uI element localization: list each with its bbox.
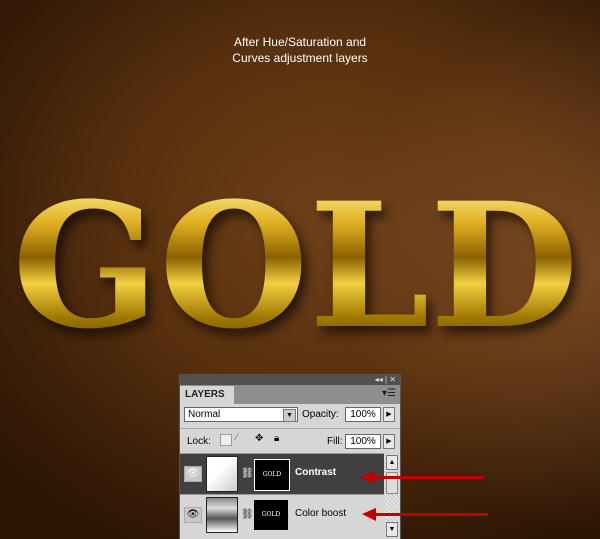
annotation-arrow-color-boost xyxy=(362,508,488,521)
layer-row-contrast[interactable]: 👁︎ ⛓︎ GOLD Contrast xyxy=(180,453,384,494)
visibility-eye-icon[interactable]: 👁︎ xyxy=(184,466,202,482)
tab-layers[interactable]: LAYERS xyxy=(180,386,234,404)
panel-titlebar[interactable]: ◂◂ | ✕ xyxy=(180,375,400,385)
layer-name[interactable]: Contrast xyxy=(295,467,336,478)
panel-menu-icon[interactable]: ▾☰ xyxy=(382,388,396,399)
caption-line-1: After Hue/Saturation and xyxy=(233,35,367,49)
annotation-arrow-contrast xyxy=(360,471,484,484)
layer-name[interactable]: Color boost xyxy=(295,508,346,519)
lock-brush-icon[interactable]: ⁄ xyxy=(236,432,238,443)
caption-line-2: Curves adjustment layers xyxy=(232,51,368,65)
layer-mask-thumbnail: GOLD xyxy=(254,459,290,491)
opacity-input[interactable]: 100% xyxy=(345,407,381,422)
scroll-down-button[interactable]: ▼ xyxy=(386,522,398,537)
link-icon[interactable]: ⛓︎ xyxy=(241,509,254,520)
scroll-up-button[interactable]: ▲ xyxy=(386,455,398,470)
fill-input[interactable]: 100% xyxy=(345,434,381,449)
fill-label: Fill: xyxy=(327,436,343,447)
layer-mask-thumbnail: GOLD xyxy=(254,500,288,530)
hue-saturation-adjustment-icon xyxy=(206,497,238,533)
link-icon[interactable]: ⛓︎ xyxy=(241,468,254,479)
lock-all-icon[interactable]: 🔒︎ xyxy=(274,433,279,444)
blend-mode-value: Normal xyxy=(188,409,221,420)
curves-adjustment-icon xyxy=(206,456,238,492)
lock-move-icon[interactable]: ✥ xyxy=(255,433,263,444)
opacity-slider-button[interactable]: ▶ xyxy=(383,407,395,422)
blend-mode-select[interactable]: Normal ▼ xyxy=(184,407,298,422)
opacity-label: Opacity: xyxy=(302,409,339,420)
layer-row-color-boost[interactable]: 👁︎ ⛓︎ GOLD Color boost xyxy=(180,494,384,535)
layers-scrollbar[interactable]: ▲ ▼ xyxy=(385,454,399,538)
visibility-eye-icon[interactable]: 👁︎ xyxy=(184,507,202,523)
gold-text-artwork: GOLD xyxy=(12,164,579,367)
lock-label: Lock: xyxy=(187,436,211,447)
lock-transparency-icon[interactable] xyxy=(220,434,232,446)
chevron-down-icon: ▼ xyxy=(283,409,296,422)
caption: After Hue/Saturation and Curves adjustme… xyxy=(0,34,600,66)
fill-slider-button[interactable]: ▶ xyxy=(383,434,395,449)
